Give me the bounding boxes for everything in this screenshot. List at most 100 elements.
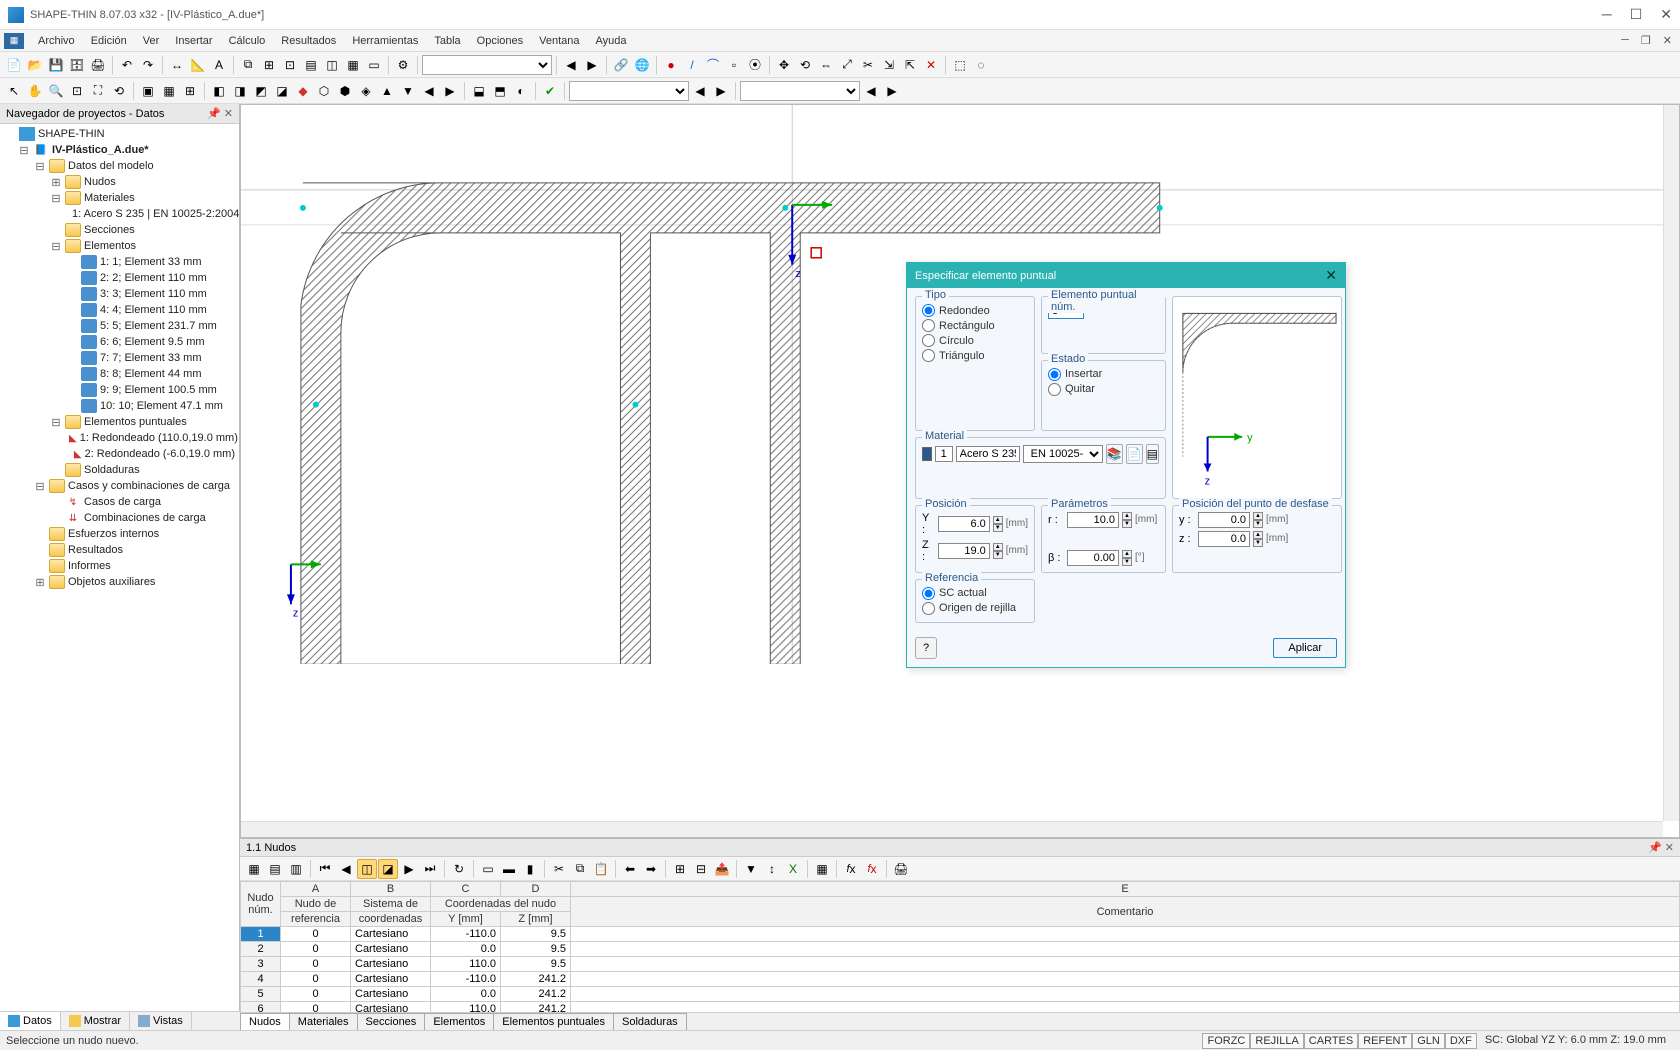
param-beta-input[interactable] — [1067, 550, 1119, 566]
dt-btn-c[interactable]: ▮ — [520, 859, 540, 879]
navtab-datos[interactable]: Datos — [0, 1012, 61, 1030]
material-library-icon[interactable]: 📚 — [1106, 444, 1123, 464]
dt-prev-icon[interactable]: ◀ — [336, 859, 356, 879]
datatab-secciones[interactable]: Secciones — [357, 1013, 426, 1030]
disp-f-icon[interactable]: ⬡ — [314, 81, 334, 101]
tree-sections[interactable]: Secciones — [84, 224, 135, 236]
spin-down[interactable]: ▼ — [993, 524, 1003, 532]
radio-rectangulo[interactable]: Rectángulo — [922, 318, 1028, 333]
datatab-elementos-puntuales[interactable]: Elementos puntuales — [493, 1013, 614, 1030]
tree-aux[interactable]: Objetos auxiliares — [68, 576, 155, 588]
disp-d-icon[interactable]: ◪ — [272, 81, 292, 101]
tree-nodes[interactable]: Nudos — [84, 176, 116, 188]
check-icon[interactable]: ✔ — [540, 81, 560, 101]
toggle-a-icon[interactable]: ⬓ — [469, 81, 489, 101]
tree-el-7[interactable]: 7: 7; Element 33 mm — [100, 352, 202, 364]
undo-icon[interactable]: ↶ — [117, 55, 137, 75]
dt-fx-icon[interactable]: fx — [841, 859, 861, 879]
sb-rejilla[interactable]: REJILLA — [1250, 1033, 1303, 1049]
tree-welds[interactable]: Soldaduras — [84, 464, 140, 476]
spin-up[interactable]: ▲ — [1253, 512, 1263, 520]
view-icon[interactable]: ◫ — [322, 55, 342, 75]
zoom-prev-icon[interactable]: ⟲ — [109, 81, 129, 101]
disp-g-icon[interactable]: ⬢ — [335, 81, 355, 101]
pin-icon[interactable]: 📌 ✕ — [207, 107, 233, 120]
tree-el-6[interactable]: 6: 6; Element 9.5 mm — [100, 336, 205, 348]
menu-archivo[interactable]: Archivo — [30, 33, 83, 49]
nav-right-icon[interactable]: ▶ — [711, 81, 731, 101]
offset-z-input[interactable] — [1198, 531, 1250, 547]
apply-button[interactable]: Aplicar — [1273, 638, 1337, 658]
open-icon[interactable]: 📂 — [25, 55, 45, 75]
tree-el-4[interactable]: 4: 4; Element 110 mm — [100, 304, 207, 316]
dt-sort-icon[interactable]: ↕ — [762, 859, 782, 879]
spin-down[interactable]: ▼ — [1122, 520, 1132, 528]
minimize-button[interactable]: ─ — [1602, 6, 1612, 23]
tree-elements[interactable]: Elementos — [84, 240, 136, 252]
dt-excel-icon[interactable]: X — [783, 859, 803, 879]
zoom-in-icon[interactable]: 🔍 — [46, 81, 66, 101]
weld-icon[interactable]: ⦿ — [745, 55, 765, 75]
table-row[interactable]: 4 0Cartesiano -110.0241.2 — [241, 972, 1680, 987]
dt-next-icon[interactable]: ▶ — [399, 859, 419, 879]
sb-gln[interactable]: GLN — [1412, 1033, 1445, 1049]
tree-loadcases[interactable]: Casos y combinaciones de carga — [68, 480, 230, 492]
cursor-icon[interactable]: ↖ — [4, 81, 24, 101]
data-panel-pin-icon[interactable]: 📌 ✕ — [1648, 841, 1674, 854]
tree-el-1[interactable]: 1: 1; Element 33 mm — [100, 256, 202, 268]
calc-icon[interactable]: ⚙ — [393, 55, 413, 75]
dt-last-icon[interactable]: ⏭ — [420, 859, 440, 879]
tree-el-8[interactable]: 8: 8; Element 44 mm — [100, 368, 202, 380]
table-row[interactable]: 1 0Cartesiano -110.09.5 — [241, 927, 1680, 942]
tree-results[interactable]: Resultados — [68, 544, 123, 556]
nav-right2-icon[interactable]: ▶ — [882, 81, 902, 101]
dt-grid3-icon[interactable]: ▦ — [812, 859, 832, 879]
spin-down[interactable]: ▼ — [1253, 520, 1263, 528]
menu-herramientas[interactable]: Herramientas — [344, 33, 426, 49]
spin-down[interactable]: ▼ — [1122, 558, 1132, 566]
param-r-input[interactable] — [1067, 512, 1119, 528]
combo-2[interactable] — [569, 81, 689, 101]
dt-export-icon[interactable]: 📤 — [712, 859, 732, 879]
navtab-mostrar[interactable]: Mostrar — [61, 1012, 130, 1030]
copy-icon[interactable]: ⧉ — [238, 55, 258, 75]
menu-ver[interactable]: Ver — [135, 33, 168, 49]
table-row[interactable]: 3 0Cartesiano 110.09.5 — [241, 957, 1680, 972]
mdi-minimize[interactable]: ─ — [1617, 34, 1633, 47]
snap-icon[interactable]: ⊡ — [280, 55, 300, 75]
scale-icon[interactable]: ⤢ — [837, 55, 857, 75]
radio-origen-rejilla[interactable]: Origen de rejilla — [922, 601, 1028, 616]
move-icon[interactable]: ✥ — [774, 55, 794, 75]
dt-paste-icon[interactable]: 📋 — [591, 859, 611, 879]
extend-icon[interactable]: ⇲ — [879, 55, 899, 75]
toggle-c-icon[interactable]: ◐ — [511, 81, 531, 101]
menu-ventana[interactable]: Ventana — [531, 33, 587, 49]
disp-c-icon[interactable]: ◩ — [251, 81, 271, 101]
dt-filter-icon[interactable]: ▼ — [741, 859, 761, 879]
mirror-icon[interactable]: ⇔ — [816, 55, 836, 75]
sb-forzc[interactable]: FORZC — [1202, 1033, 1250, 1049]
dt-cut-icon[interactable]: ✂ — [549, 859, 569, 879]
table-row[interactable]: 5 0Cartesiano 0.0241.2 — [241, 987, 1680, 1002]
datatab-nudos[interactable]: Nudos — [240, 1013, 290, 1030]
measure-icon[interactable]: 📐 — [188, 55, 208, 75]
tree-cc[interactable]: Combinaciones de carga — [84, 512, 206, 524]
link-icon[interactable]: 🔗 — [611, 55, 631, 75]
maximize-button[interactable]: ☐ — [1630, 6, 1643, 23]
material-norm-select[interactable]: EN 10025-2:2 — [1023, 445, 1103, 463]
disp-h-icon[interactable]: ◈ — [356, 81, 376, 101]
tree-el-5[interactable]: 5: 5; Element 231.7 mm — [100, 320, 217, 332]
tree-model[interactable]: Datos del modelo — [68, 160, 154, 172]
divide-icon[interactable]: ✂ — [858, 55, 878, 75]
deselect-icon[interactable]: ◌ — [971, 55, 991, 75]
scrollbar-horizontal[interactable] — [241, 821, 1663, 837]
tree-el-10[interactable]: 10: 10; Element 47.1 mm — [100, 400, 223, 412]
radio-quitar[interactable]: Quitar — [1048, 382, 1159, 397]
print-icon[interactable]: 🖨 — [88, 55, 108, 75]
select-icon[interactable]: ⬚ — [950, 55, 970, 75]
dialog-title-bar[interactable]: Especificar elemento puntual ✕ — [907, 263, 1345, 288]
globe-icon[interactable]: 🌐 — [632, 55, 652, 75]
pos-z-input[interactable] — [938, 543, 990, 559]
tree-el-3[interactable]: 3: 3; Element 110 mm — [100, 288, 207, 300]
point-element-icon[interactable]: ▫ — [724, 55, 744, 75]
